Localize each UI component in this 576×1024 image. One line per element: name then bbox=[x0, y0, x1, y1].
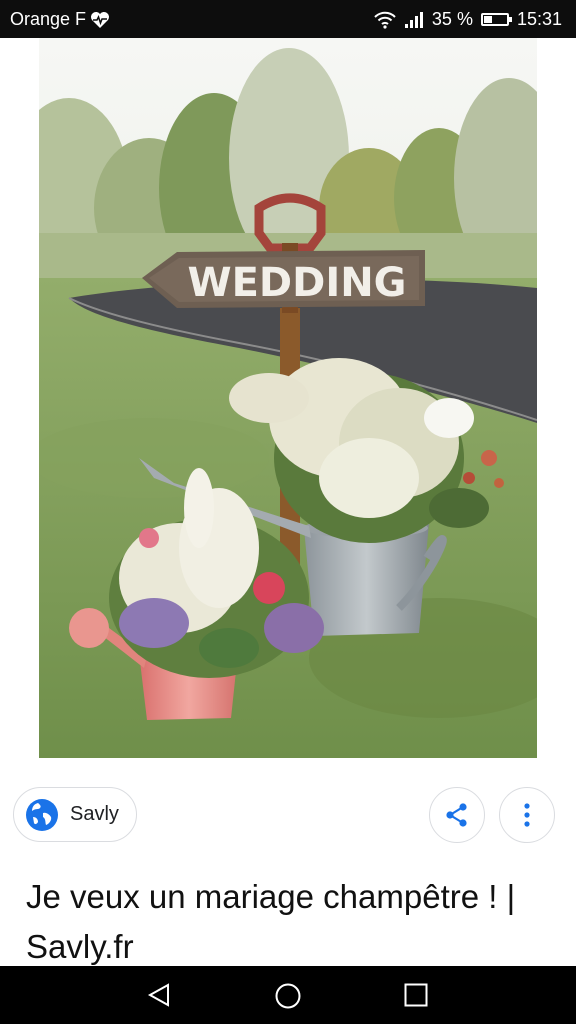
source-chip[interactable]: Savly bbox=[13, 787, 137, 842]
recents-icon[interactable] bbox=[404, 983, 428, 1007]
home-icon[interactable] bbox=[274, 982, 302, 1010]
carrier-label: Orange F bbox=[10, 9, 87, 29]
battery-percent-label: 35 % bbox=[431, 9, 473, 29]
result-title-link[interactable]: Je veux un mariage champêtre ! | Savly.f… bbox=[26, 872, 546, 972]
status-right: 35 % 15:31 bbox=[374, 9, 562, 30]
more-vert-icon bbox=[524, 803, 530, 827]
navigation-bar bbox=[0, 966, 576, 1024]
back-icon[interactable] bbox=[146, 982, 172, 1008]
clock-label: 15:31 bbox=[516, 9, 562, 29]
heart-pulse-icon bbox=[91, 11, 110, 28]
status-left: Orange F bbox=[10, 9, 110, 30]
wifi-icon bbox=[374, 11, 396, 29]
share-button[interactable] bbox=[429, 787, 485, 843]
battery-level bbox=[483, 16, 492, 23]
wedding-photo[interactable]: WEDDING bbox=[39, 38, 537, 758]
image-preview[interactable]: WEDDING bbox=[0, 38, 576, 758]
wedding-photo-illustration: WEDDING bbox=[39, 38, 537, 758]
battery-icon bbox=[480, 13, 512, 26]
globe-icon bbox=[26, 798, 58, 831]
source-name: Savly bbox=[70, 803, 119, 825]
signal-icon bbox=[404, 11, 423, 28]
share-icon bbox=[446, 803, 467, 827]
sign-text: WEDDING bbox=[187, 260, 406, 306]
more-options-button[interactable] bbox=[499, 787, 555, 843]
status-bar: Orange F 35 % 15:31 bbox=[0, 0, 576, 38]
